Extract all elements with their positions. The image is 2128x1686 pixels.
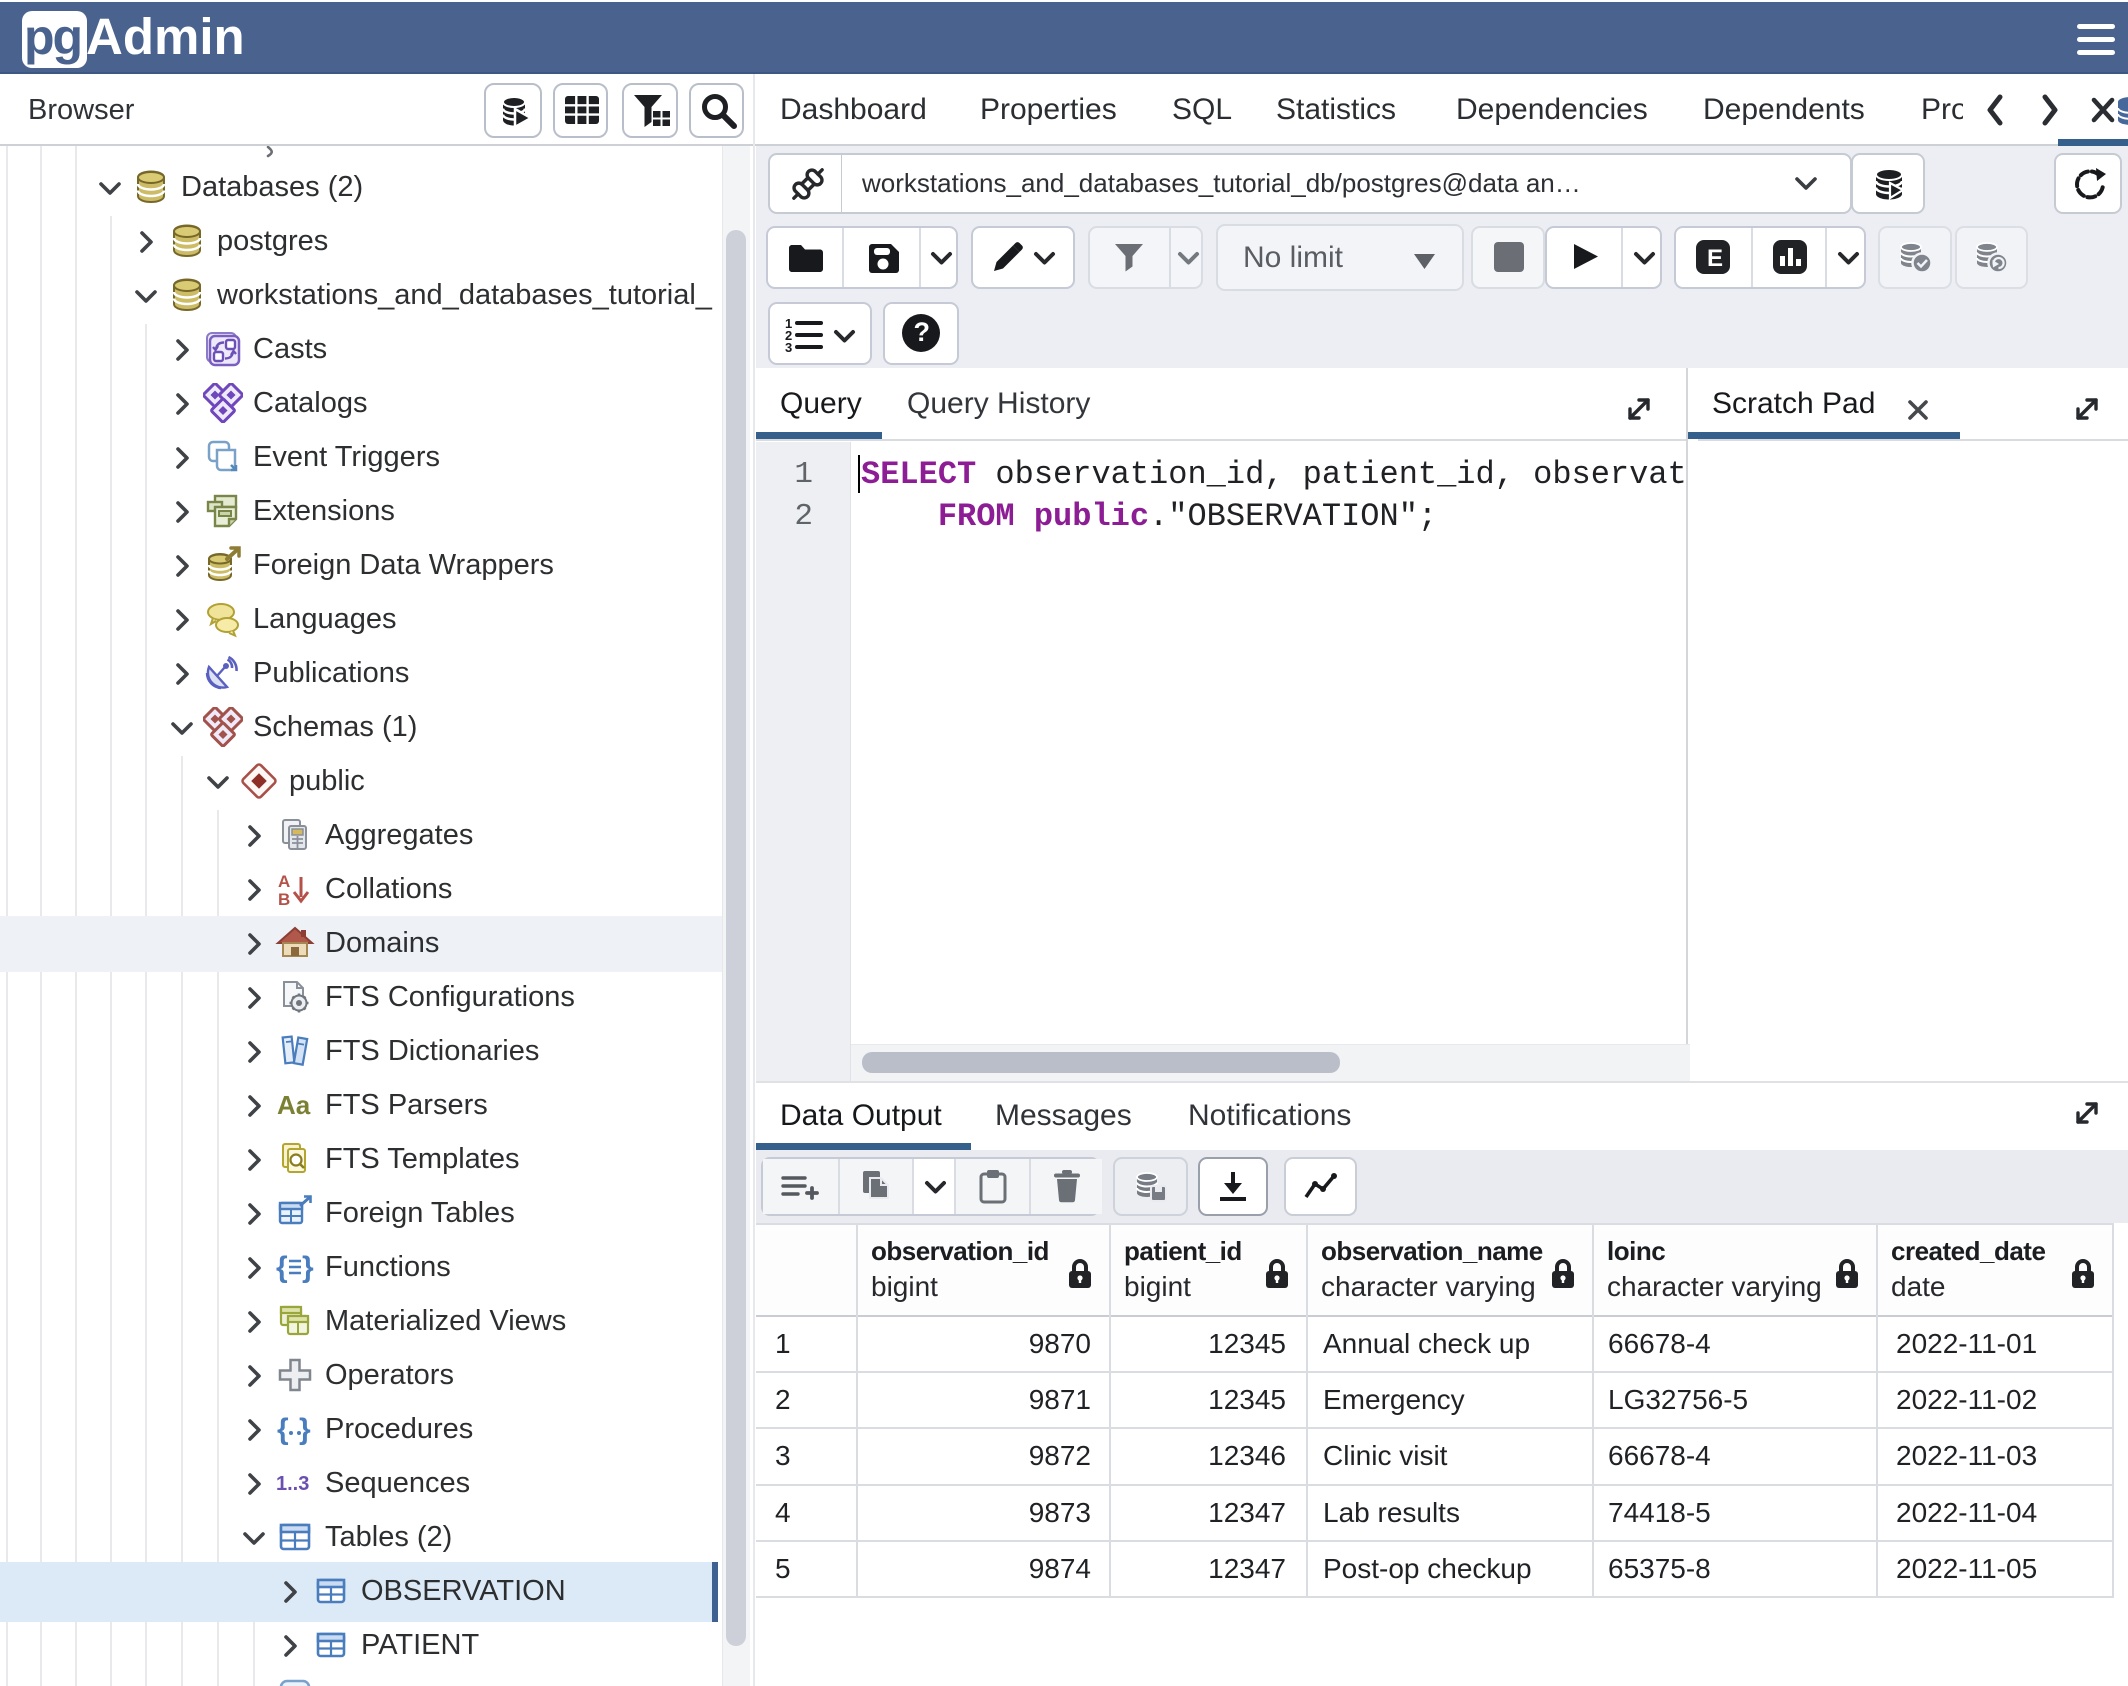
svg-text:}: } bbox=[302, 1251, 314, 1284]
svg-text:E: E bbox=[1707, 245, 1723, 272]
svg-text:1..3: 1..3 bbox=[276, 1473, 309, 1495]
svg-text:B: B bbox=[278, 890, 290, 909]
svg-text:{: { bbox=[276, 1251, 288, 1284]
svg-text:{: { bbox=[277, 1413, 289, 1446]
svg-text:A: A bbox=[278, 872, 290, 891]
svg-text:?: ? bbox=[914, 317, 931, 347]
svg-text:}: } bbox=[299, 1413, 311, 1446]
svg-text:3: 3 bbox=[785, 340, 792, 355]
svg-text:Aa: Aa bbox=[277, 1090, 311, 1120]
